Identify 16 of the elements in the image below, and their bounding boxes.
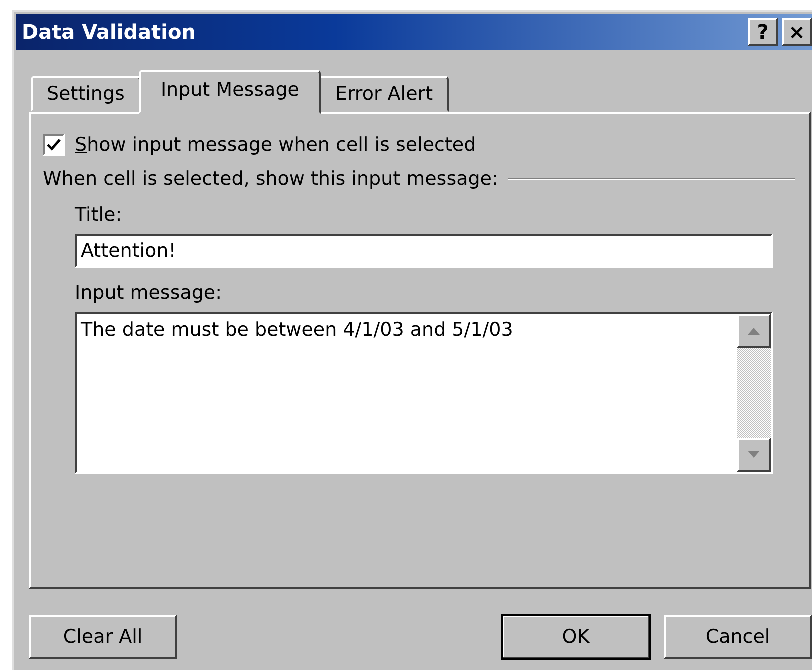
title-bar-button[interactable]: × xyxy=(782,18,812,46)
dialog-button[interactable]: OK xyxy=(502,615,650,659)
checkbox-label: Show input message when cell is selected xyxy=(75,134,476,156)
tab[interactable]: Settings xyxy=(31,76,141,112)
title-bar-button[interactable]: ? xyxy=(748,18,778,46)
checkbox[interactable] xyxy=(43,134,65,156)
title-field[interactable]: Attention! xyxy=(75,234,773,268)
tab[interactable]: Error Alert xyxy=(319,76,450,112)
group-label: When cell is selected, show this input message: xyxy=(43,168,498,190)
clear-button[interactable]: Clear All xyxy=(29,615,177,659)
tab[interactable]: Input Message xyxy=(138,70,322,114)
check-icon xyxy=(47,138,61,152)
window-title: Data Validation xyxy=(22,20,197,44)
dialog-button[interactable]: Cancel xyxy=(664,615,812,659)
field-label: Title: xyxy=(75,204,124,226)
field-label: Input message: xyxy=(75,282,224,304)
